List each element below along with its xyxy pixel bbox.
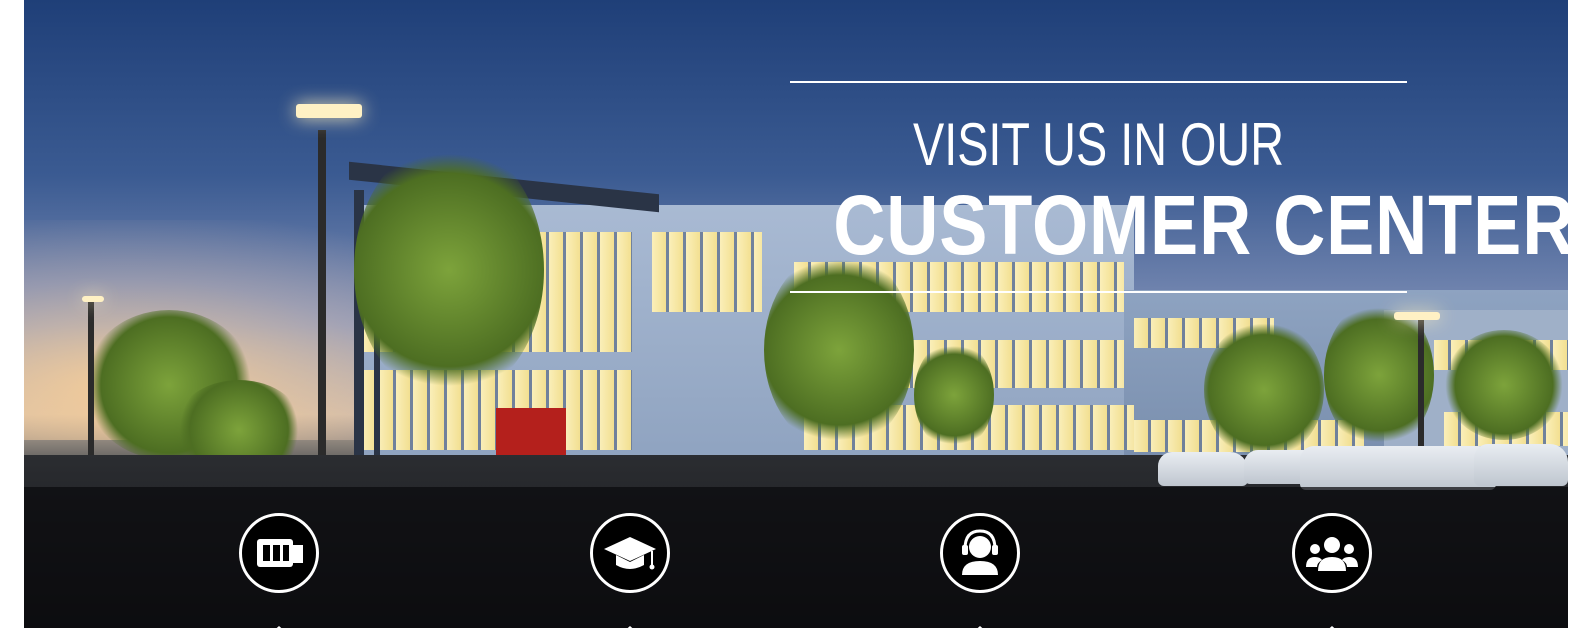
lit-windows <box>652 232 762 312</box>
nav-item-machines[interactable] <box>239 513 325 599</box>
machine-icon <box>257 539 303 567</box>
nav-item-training[interactable] <box>590 513 676 599</box>
tree <box>354 140 544 400</box>
nav-circle[interactable] <box>940 513 1020 593</box>
graduation-cap-icon <box>604 537 656 570</box>
tree <box>1444 330 1564 440</box>
nav-indicator-notch <box>1316 626 1348 640</box>
nav-indicator-notch <box>614 626 646 640</box>
nav-circle[interactable] <box>590 513 670 593</box>
heading-rule-bottom <box>790 291 1407 293</box>
nav-circle[interactable] <box>1292 513 1372 593</box>
feature-nav-bar <box>24 487 1568 628</box>
parked-car <box>1474 444 1568 486</box>
heading-line-2: CUSTOMER CENTER <box>833 178 1568 272</box>
nav-circle[interactable] <box>239 513 319 593</box>
lamp-light <box>1394 312 1440 320</box>
tree <box>914 340 994 450</box>
nav-indicator-notch <box>964 626 996 640</box>
street-lamp <box>1418 318 1424 458</box>
heading-rule-top <box>790 81 1407 83</box>
headset-support-icon <box>962 529 998 575</box>
nav-item-community[interactable] <box>1292 513 1378 599</box>
tree <box>1204 320 1324 460</box>
street-lamp <box>318 130 326 490</box>
lamp-light <box>296 104 362 118</box>
red-entrance <box>496 408 566 458</box>
nav-item-support[interactable] <box>940 513 1026 599</box>
hero-heading: VISIT US IN OUR CUSTOMER CENTER <box>790 81 1568 294</box>
lamp-light <box>82 296 104 302</box>
nav-indicator-notch <box>263 626 295 640</box>
parked-car <box>1158 452 1248 486</box>
people-group-icon <box>1306 537 1358 571</box>
parked-car <box>1300 446 1496 490</box>
heading-line-1: VISIT US IN OUR <box>912 111 1284 178</box>
